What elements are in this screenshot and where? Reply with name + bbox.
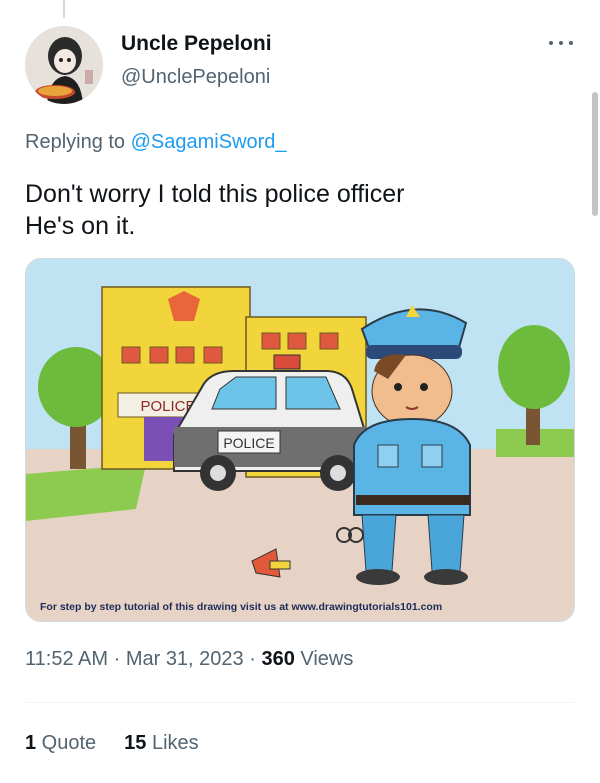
more-options-button[interactable]: [546, 31, 576, 55]
quotes-count: 1: [25, 732, 37, 754]
author-handle[interactable]: @UnclePepeloni: [121, 66, 270, 89]
tweet-text-line: He's on it.: [25, 212, 136, 240]
author-avatar[interactable]: [25, 26, 103, 104]
drawing-caption: For step by step tutorial of this drawin…: [40, 601, 442, 613]
tweet-media-image[interactable]: POLICE POLICE For step by step tutorial …: [25, 258, 575, 622]
police-drawing-illustration: POLICE POLICE For step by step tutorial …: [26, 259, 574, 621]
engagement-stats: 1 Quote 15 Likes: [25, 732, 227, 755]
tweet-time[interactable]: 11:52 AM: [25, 648, 108, 670]
tweet-text-line: Don't worry I told this police officer: [25, 180, 405, 208]
more-icon-dot: [559, 41, 563, 45]
quotes-stat[interactable]: 1 Quote: [25, 732, 96, 754]
replying-to-line: Replying to @SagamiSword_: [25, 131, 287, 154]
likes-label: Likes: [146, 732, 199, 754]
tweet-timestamp: 11:52 AM · Mar 31, 2023 · 360 Views: [25, 648, 353, 671]
more-icon: [549, 41, 553, 45]
separator-dot: ·: [243, 648, 262, 670]
tweet-text: Don't worry I told this police officer H…: [25, 178, 545, 242]
reply-target-link[interactable]: @SagamiSword_: [131, 131, 287, 153]
tweet-date[interactable]: Mar 31, 2023: [126, 648, 244, 670]
views-count: 360: [261, 648, 295, 670]
avatar-image: [25, 26, 103, 104]
scrollbar-thumb[interactable]: [592, 92, 598, 216]
likes-count: 15: [124, 732, 147, 754]
more-icon-dot: [569, 41, 573, 45]
author-display-name[interactable]: Uncle Pepeloni: [121, 32, 272, 56]
views-label: Views: [294, 648, 354, 670]
separator-dot: ·: [108, 648, 126, 670]
replying-to-prefix: Replying to: [25, 131, 131, 153]
quotes-label: Quote: [36, 732, 97, 754]
likes-stat[interactable]: 15 Likes: [124, 732, 199, 754]
thread-connector-line: [63, 0, 65, 18]
divider: [25, 702, 575, 703]
car-label-text: POLICE: [223, 435, 274, 451]
